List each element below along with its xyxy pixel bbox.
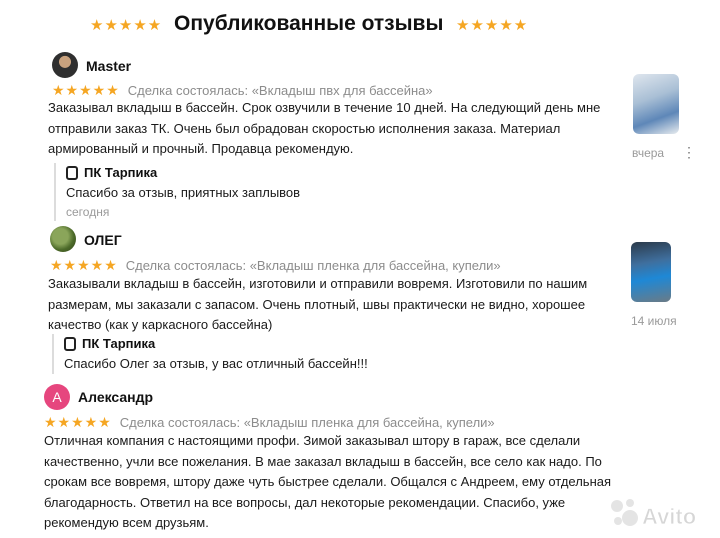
more-options-icon[interactable]: ⋮ (682, 144, 697, 161)
review-text: Заказывал вкладыш в бассейн. Срок озвучи… (48, 98, 628, 160)
reply-author: ПК Тарпика (66, 163, 300, 183)
review-author[interactable]: Master (86, 58, 131, 74)
review-rating-line: ★★★★★ Сделка состоялась: «Вкладыш пленка … (50, 257, 501, 274)
header-stars-left: ★★★★★ (90, 17, 163, 34)
review-photo-thumbnail[interactable] (633, 74, 679, 134)
review-text-line: срокам все вовремя, штору даже чуть быст… (44, 474, 612, 489)
reply-text: Спасибо Олег за отзыв, у вас отличный ба… (64, 356, 368, 371)
avatar[interactable]: А (44, 384, 70, 410)
avito-watermark-logo: Avito (610, 498, 697, 529)
review-text-line: Заказывали вкладыш в бассейн, изготовили… (48, 276, 588, 291)
review-text-line: размерам, мы заказали с запасом. Очень п… (48, 296, 586, 312)
seller-reply: ПК Тарпика Спасибо Олег за отзыв, у вас … (52, 334, 368, 374)
review-text-line: армированный и прочный. Продавца рекомен… (48, 141, 354, 156)
seller-reply: ПК Тарпика Спасибо за отзыв, приятных за… (54, 163, 300, 221)
review-date: 14 июля (631, 314, 677, 328)
watermark-text: Avito (642, 504, 696, 529)
reply-text: Спасибо за отзыв, приятных заплывов (66, 185, 301, 200)
rating-stars: ★★★★★ (44, 414, 112, 430)
rating-stars: ★★★★★ (52, 82, 120, 98)
review-text-line: Заказывал вкладыш в бассейн. Срок озвучи… (48, 100, 601, 115)
review-author[interactable]: ОЛЕГ (84, 232, 122, 248)
review-text-line: качество (как у каркасного бассейна) (48, 317, 273, 332)
reviews-header: ★★★★★ Опубликованные отзывы ★★★★★ (0, 12, 720, 42)
review-photo-thumbnail[interactable] (631, 242, 671, 302)
review-text-line: качественно, учли все пожелания. В мае з… (44, 453, 602, 469)
review-author[interactable]: Александр (78, 389, 153, 405)
review-text-line: Отличная компания с настоящими профи. Зи… (44, 433, 581, 448)
review-text-line: благодарность. Ответил на все вопросы, д… (44, 494, 566, 510)
avatar[interactable] (52, 52, 78, 78)
reply-date: сегодня (66, 205, 110, 219)
review-text-line: отправили заказ ТК. Очень был обрадован … (48, 120, 561, 136)
review-rating-line: ★★★★★ Сделка состоялась: «Вкладыш пвх для… (52, 82, 433, 99)
rating-stars: ★★★★★ (50, 257, 118, 273)
review-text: Заказывали вкладыш в бассейн, изготовили… (48, 274, 628, 336)
seller-shop-icon (66, 166, 78, 180)
deal-label: Сделка состоялась: «Вкладыш пленка для б… (119, 415, 495, 430)
review-rating-line: ★★★★★ Сделка состоялась: «Вкладыш пленка … (44, 414, 495, 431)
review-text: Отличная компания с настоящими профи. Зи… (44, 431, 644, 534)
review-date: вчера (632, 146, 665, 160)
header-stars-right: ★★★★★ (456, 17, 529, 34)
avatar[interactable] (50, 226, 76, 252)
reply-author: ПК Тарпика (64, 334, 368, 354)
page-title: Опубликованные отзывы (174, 12, 444, 35)
deal-label: Сделка состоялась: «Вкладыш пленка для б… (125, 258, 501, 273)
review-text-line: рекомендую всем друзьям. (44, 515, 209, 530)
deal-label: Сделка состоялась: «Вкладыш пвх для басс… (127, 83, 433, 98)
seller-shop-icon (64, 337, 76, 351)
